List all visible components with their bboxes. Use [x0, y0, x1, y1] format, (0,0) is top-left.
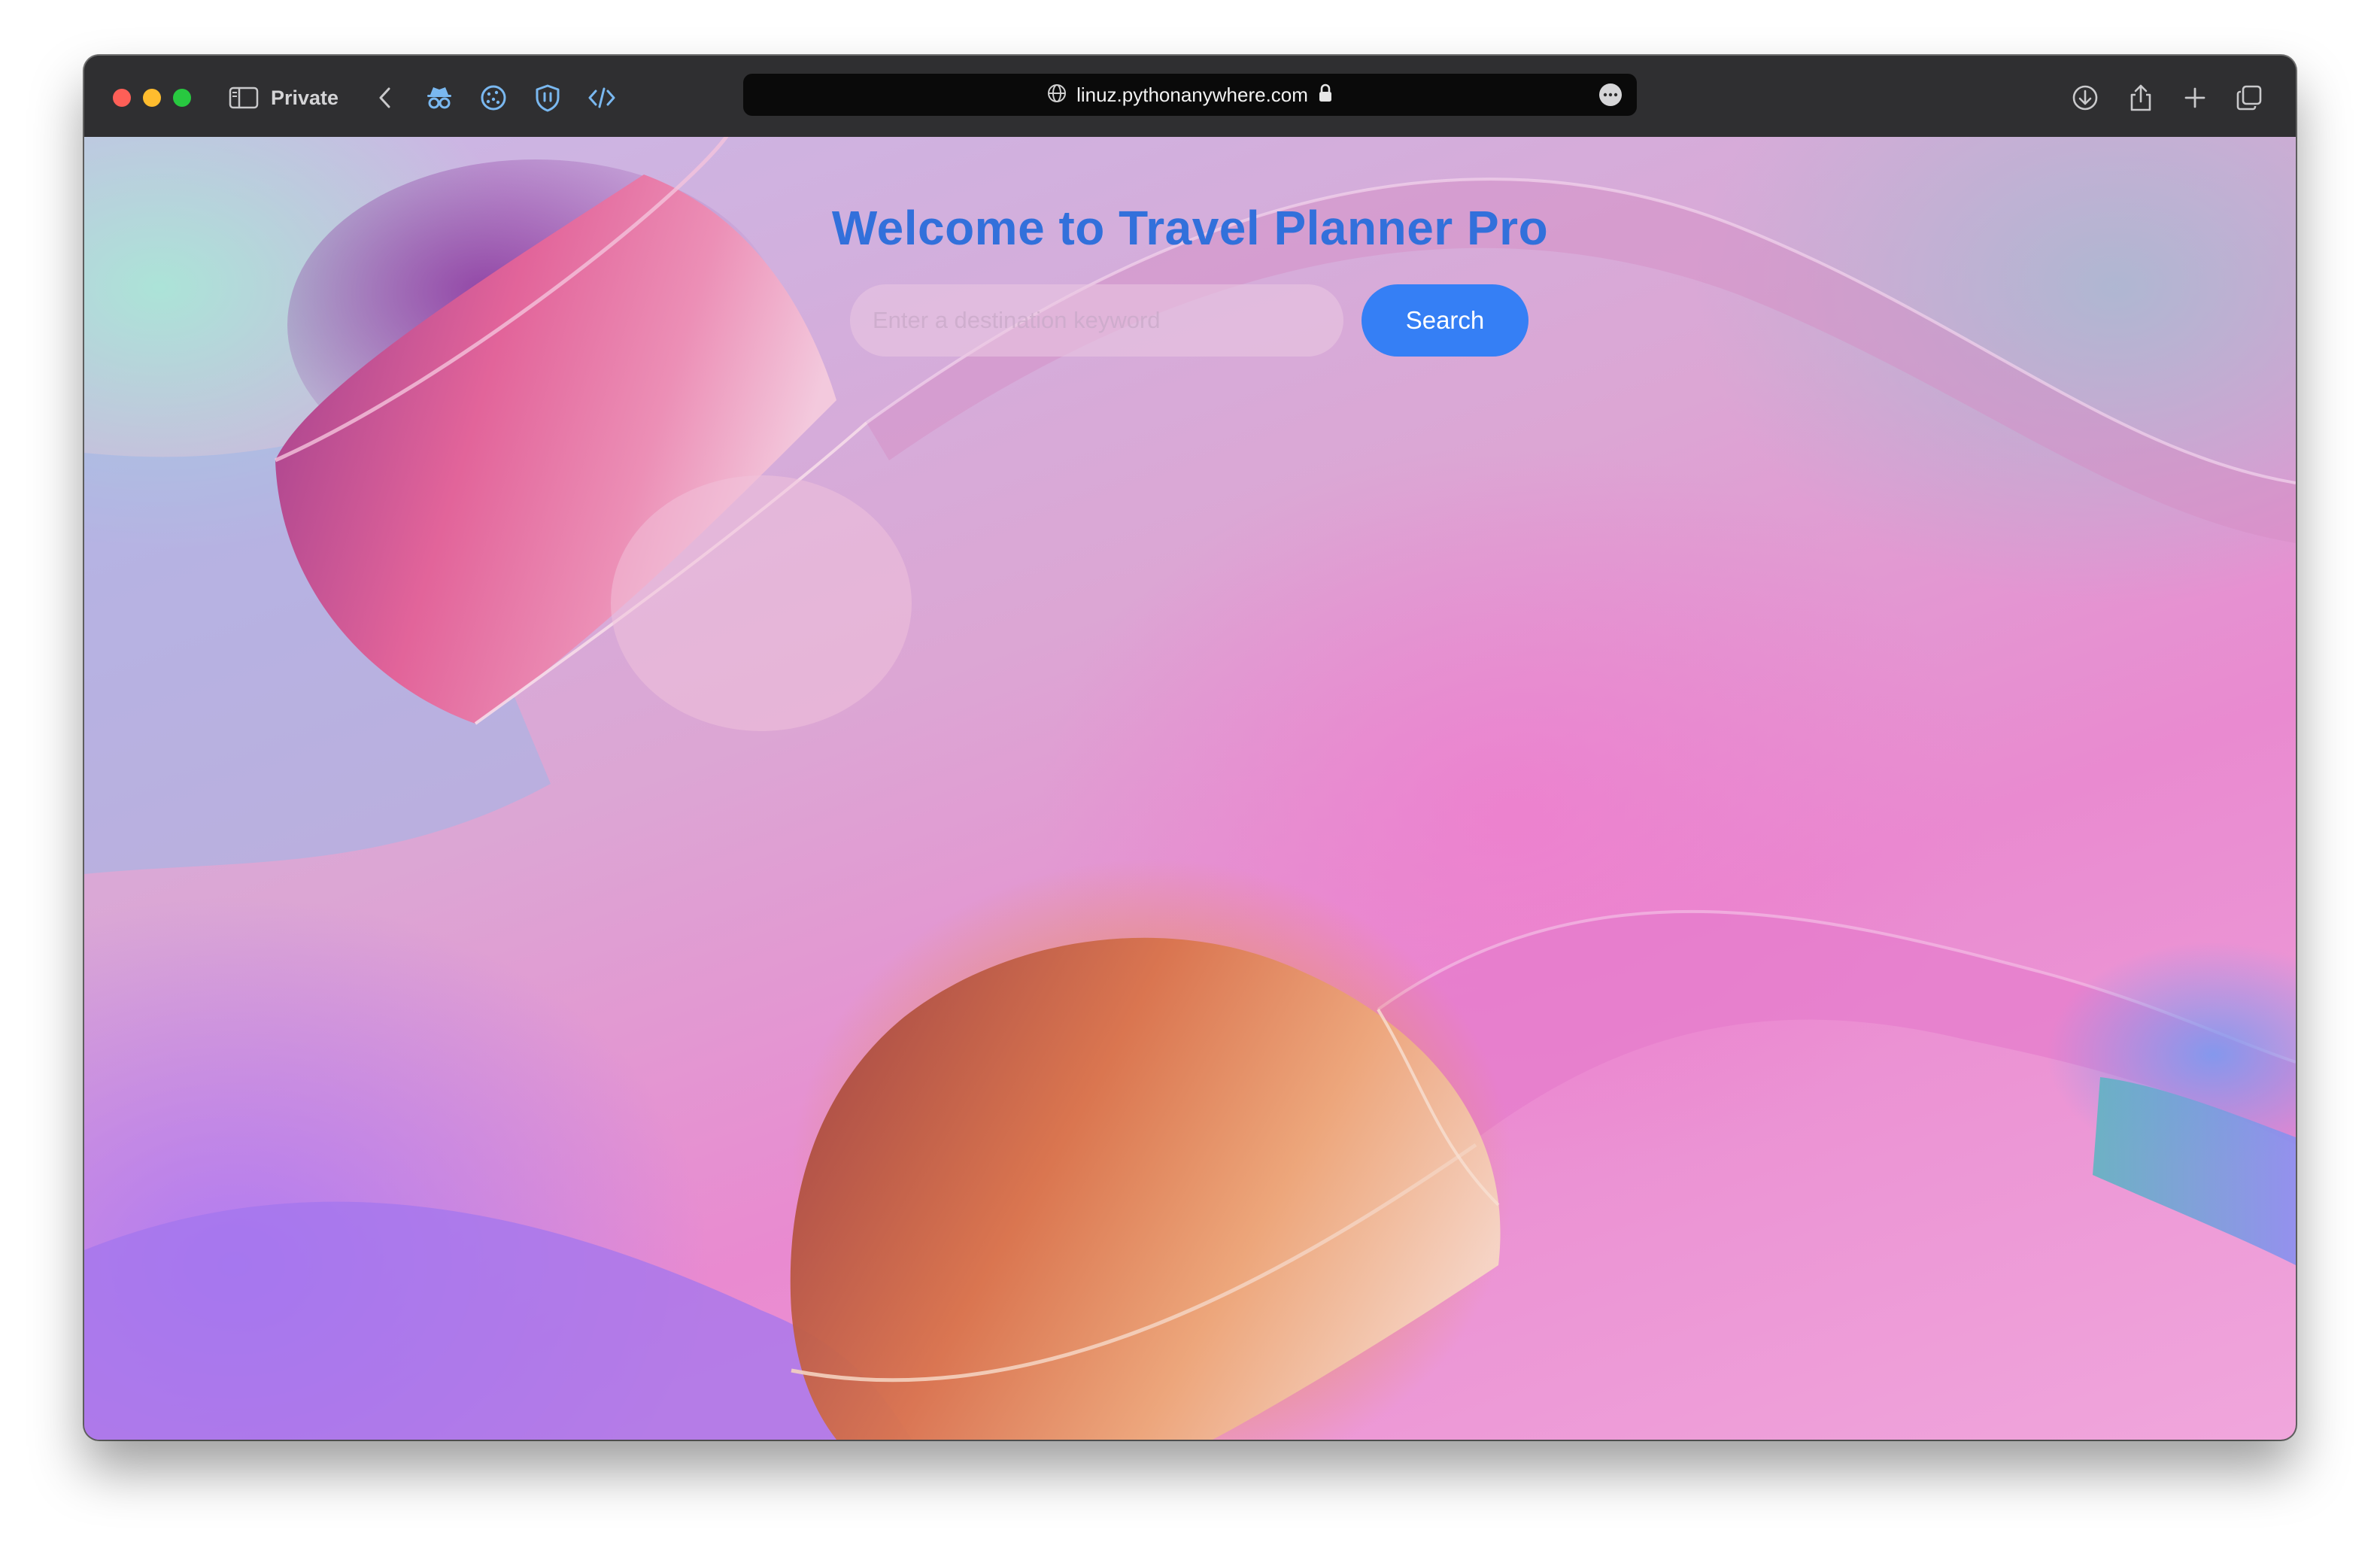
private-mode-label: Private: [271, 87, 339, 109]
back-icon[interactable]: [369, 81, 402, 114]
globe-icon: [1046, 83, 1067, 108]
code-extension-icon[interactable]: [585, 81, 618, 114]
share-icon[interactable]: [2124, 81, 2157, 114]
sidebar-icon[interactable]: [227, 81, 260, 114]
address-bar[interactable]: linuz.pythonanywhere.com: [743, 74, 1637, 116]
download-icon[interactable]: [2069, 81, 2102, 114]
page-title: Welcome to Travel Planner Pro: [831, 201, 1549, 255]
new-tab-icon[interactable]: [2178, 81, 2212, 114]
shield-extension-icon[interactable]: [531, 81, 564, 114]
browser-window: Private linuz.pythonanywhere.com Welcome…: [84, 56, 2296, 1440]
url-text: linuz.pythonanywhere.com: [1076, 83, 1308, 106]
tab-overview-icon[interactable]: [2233, 81, 2266, 114]
zoom-window-button[interactable]: [173, 89, 191, 107]
minimize-window-button[interactable]: [143, 89, 161, 107]
page-viewport: Welcome to Travel Planner Pro Search: [84, 137, 2296, 1440]
page-menu-icon[interactable]: [1599, 83, 1622, 106]
cookie-extension-icon[interactable]: [477, 81, 510, 114]
destination-search-input[interactable]: [850, 284, 1343, 357]
search-button[interactable]: Search: [1362, 284, 1528, 357]
browser-toolbar: Private linuz.pythonanywhere.com: [84, 56, 2296, 137]
lock-icon: [1317, 83, 1334, 108]
close-window-button[interactable]: [113, 89, 131, 107]
incognito-extension-icon[interactable]: [423, 81, 456, 114]
